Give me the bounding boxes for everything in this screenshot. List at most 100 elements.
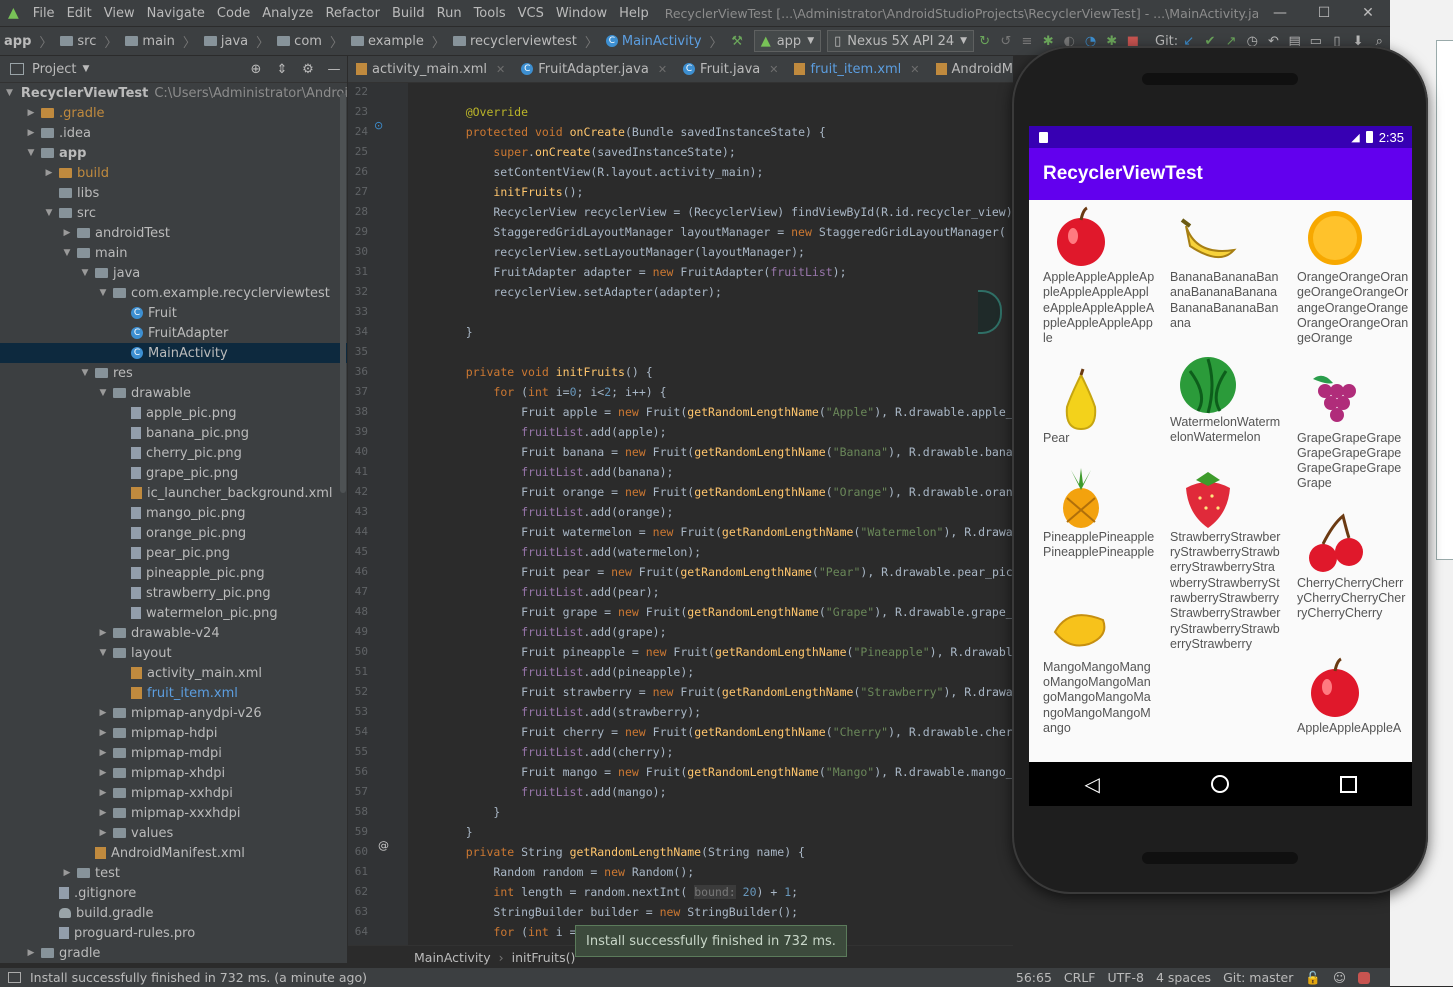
expand-right-icon[interactable]: ▶ (96, 828, 110, 838)
back-icon[interactable]: ◁ (1084, 772, 1099, 796)
overview-icon[interactable] (1339, 775, 1357, 793)
code-line[interactable]: fruitList.add(orange); (438, 505, 673, 519)
tree-row[interactable]: ▶ mipmap-xxxhdpi (0, 803, 347, 823)
expand-right-icon[interactable]: ▶ (96, 768, 110, 778)
expand-down-icon[interactable]: ▼ (78, 268, 92, 278)
menu-item-vcs[interactable]: VCS (512, 6, 550, 21)
menu-item-run[interactable]: Run (431, 6, 468, 21)
expand-right-icon[interactable]: ▶ (24, 128, 38, 138)
breadcrumb-item[interactable]: example 〉 (347, 32, 449, 51)
breadcrumb-item[interactable]: main 〉 (121, 32, 200, 51)
tree-row[interactable]: ▼ drawable (0, 383, 347, 403)
code-line[interactable]: Random random = new Random(); (438, 865, 694, 879)
fruit-item[interactable]: AppleAppleAppleA (1283, 651, 1401, 736)
recursive-call-icon[interactable]: @ (378, 839, 389, 852)
tree-row[interactable]: fruit_item.xml (0, 683, 347, 703)
fruit-item[interactable]: BananaBananaBananaBananaBananaBananaBana… (1156, 200, 1278, 331)
apply-changes-icon[interactable]: ↻ (974, 34, 995, 49)
fruit-item[interactable]: Pear (1029, 361, 1145, 446)
menu-item-file[interactable]: File (27, 6, 61, 21)
tree-row[interactable]: ▶ values (0, 823, 347, 843)
tab-fruit-java[interactable]: C Fruit.java ✕ (675, 56, 786, 82)
expand-right-icon[interactable]: ▶ (96, 748, 110, 758)
menu-item-analyze[interactable]: Analyze (256, 6, 319, 21)
code-line[interactable]: FruitAdapter adapter = new FruitAdapter(… (438, 265, 846, 279)
scrollbar[interactable] (340, 93, 346, 493)
menu-item-navigate[interactable]: Navigate (141, 6, 211, 21)
tree-row[interactable]: ▶ mipmap-xxhdpi (0, 783, 347, 803)
expand-down-icon[interactable]: ▼ (24, 148, 38, 158)
fruit-item[interactable]: GrapeGrapeGrapeGrapeGrapeGrapeGrapeGrape… (1283, 361, 1401, 492)
expand-right-icon[interactable]: ▶ (96, 628, 110, 638)
code-line[interactable]: fruitList.add(pineapple); (438, 665, 694, 679)
code-line[interactable]: StaggeredGridLayoutManager layoutManager… (438, 225, 1013, 239)
fruit-item[interactable]: CherryCherryCherryCherryCherryCherryCher… (1283, 506, 1405, 622)
tree-row[interactable]: ▶ .idea (0, 123, 347, 143)
code-line[interactable]: Fruit banana = new Fruit(getRandomLength… (438, 445, 1013, 459)
tree-row[interactable]: C MainActivity (0, 343, 347, 363)
tree-row[interactable]: ▶ mipmap-hdpi (0, 723, 347, 743)
close-icon[interactable]: ✕ (658, 63, 667, 76)
coverage-icon[interactable]: ≡ (1016, 34, 1037, 49)
tree-row[interactable]: strawberry_pic.png (0, 583, 347, 603)
menu-item-tools[interactable]: Tools (468, 6, 512, 21)
tree-row[interactable]: ▼ RecyclerViewTest C:\Users\Administrator\… (0, 83, 347, 103)
device-select[interactable]: ▯ Nexus 5X API 24 ▼ (827, 30, 975, 52)
close-icon[interactable]: ✕ (910, 63, 919, 76)
code-line[interactable]: fruitList.add(cherry); (438, 745, 673, 759)
phone-screen[interactable]: ◢ 2:35 RecyclerViewTest AppleAppleAppleA… (1029, 126, 1412, 806)
expand-down-icon[interactable]: ▼ (96, 388, 110, 398)
tree-row[interactable]: watermelon_pic.png (0, 603, 347, 623)
code-line[interactable]: Fruit cherry = new Fruit(getRandomLength… (438, 725, 1013, 739)
tree-row[interactable]: ic_launcher_background.xml (0, 483, 347, 503)
breadcrumb-item[interactable]: recyclerviewtest 〉 (449, 32, 602, 51)
debug-icon[interactable]: ✱ (1038, 34, 1059, 49)
code-line[interactable]: fruitList.add(strawberry); (438, 705, 701, 719)
tree-row[interactable]: C Fruit (0, 303, 347, 323)
tree-row[interactable]: ▼ main (0, 243, 347, 263)
tree-row[interactable]: ▶ build (0, 163, 347, 183)
chevron-down-icon[interactable]: ▼ (82, 64, 89, 74)
expand-right-icon[interactable]: ▶ (42, 168, 56, 178)
minimize-icon[interactable]: — (1258, 5, 1302, 21)
line-separator[interactable]: CRLF (1064, 970, 1096, 985)
lock-icon[interactable]: 🔓 (1305, 970, 1321, 986)
maximize-icon[interactable]: ☐ (1302, 5, 1346, 21)
code-line[interactable]: fruitList.add(apple); (438, 425, 666, 439)
expand-down-icon[interactable]: ▼ (96, 288, 110, 298)
code-line[interactable]: Fruit watermelon = new Fruit(getRandomLe… (438, 525, 1013, 539)
tree-row[interactable]: pear_pic.png (0, 543, 347, 563)
collapse-all-icon[interactable]: ⇕ (269, 62, 295, 77)
code-line[interactable]: Fruit pineapple = new Fruit(getRandomLen… (438, 645, 1013, 659)
breadcrumb-item[interactable]: com 〉 (273, 32, 347, 51)
expand-right-icon[interactable]: ▶ (24, 948, 38, 958)
fruit-grid[interactable]: AppleAppleAppleAppleAppleAppleAppleApple… (1029, 200, 1412, 762)
cursor-position[interactable]: 56:65 (1016, 970, 1052, 985)
code-line[interactable]: setContentView(R.layout.activity_main); (438, 165, 763, 179)
code-line[interactable]: } (438, 805, 500, 819)
tree-row[interactable]: .gitignore (0, 883, 347, 903)
expand-down-icon[interactable]: ▼ (78, 368, 92, 378)
code-line[interactable]: Fruit apple = new Fruit(getRandomLengthN… (438, 405, 1013, 419)
tab-fruit_item-xml[interactable]: fruit_item.xml ✕ (786, 56, 927, 82)
code-line[interactable]: @Override (438, 105, 528, 119)
expand-down-icon[interactable]: ▼ (6, 88, 13, 98)
code-line[interactable]: RecyclerView recyclerView = (RecyclerVie… (438, 205, 1013, 219)
indent-setting[interactable]: 4 spaces (1156, 970, 1211, 985)
tree-row[interactable]: ▶ mipmap-xhdpi (0, 763, 347, 783)
code-line[interactable]: fruitList.add(grape); (438, 625, 666, 639)
tree-row[interactable]: libs (0, 183, 347, 203)
rerun-icon[interactable]: ↺ (995, 34, 1016, 49)
hide-icon[interactable]: — (321, 62, 347, 77)
code-line[interactable]: recyclerView.setAdapter(adapter); (438, 285, 722, 299)
tree-row[interactable]: build.gradle (0, 903, 347, 923)
code-line[interactable]: fruitList.add(pear); (438, 585, 659, 599)
expand-down-icon[interactable]: ▼ (42, 208, 56, 218)
tree-row[interactable]: proguard-rules.pro (0, 923, 347, 943)
tree-row[interactable]: C FruitAdapter (0, 323, 347, 343)
tree-row[interactable]: pineapple_pic.png (0, 563, 347, 583)
code-line[interactable]: recyclerView.setLayoutManager(layoutMana… (438, 245, 805, 259)
code-line[interactable]: Fruit mango = new Fruit(getRandomLengthN… (438, 765, 1013, 779)
gear-icon[interactable]: ⚙ (295, 62, 321, 77)
code-line[interactable]: private String getRandomLengthName(Strin… (438, 845, 805, 859)
